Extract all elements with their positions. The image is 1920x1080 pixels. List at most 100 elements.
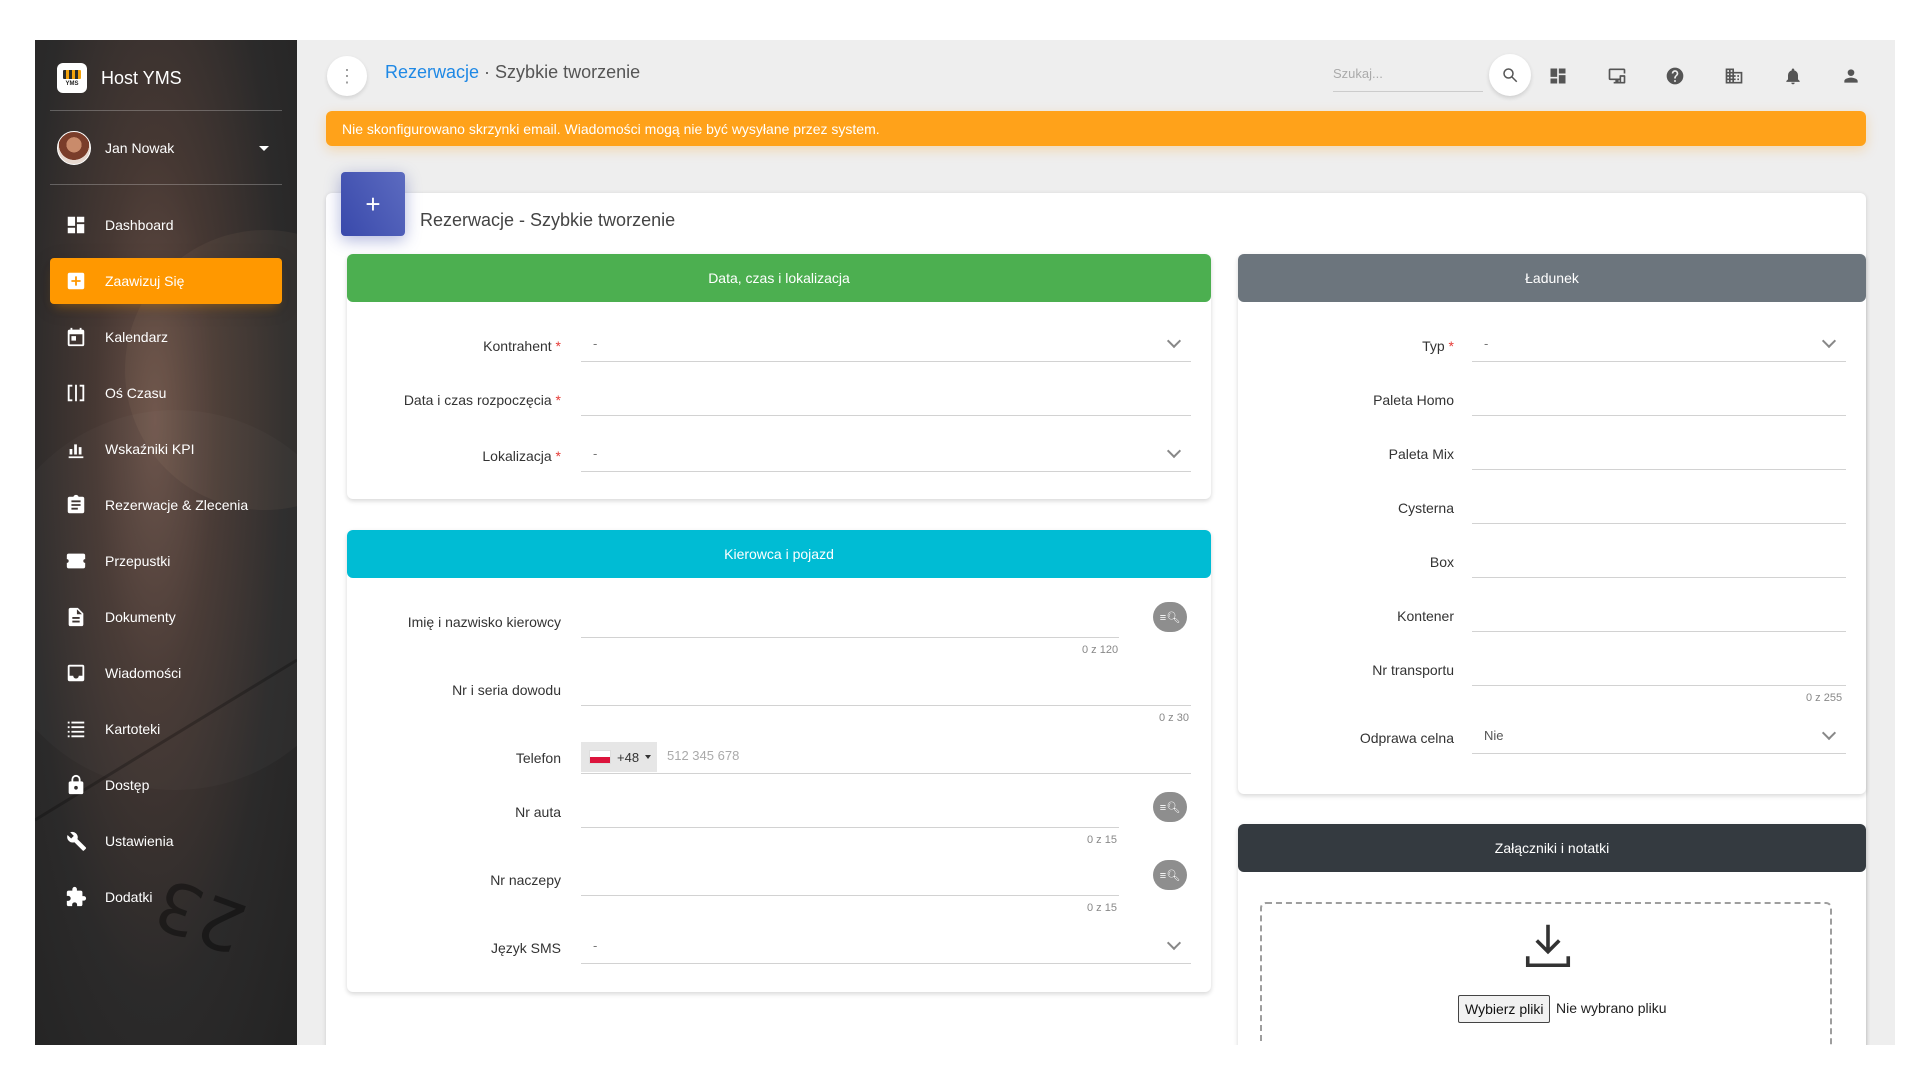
notifications-button[interactable] [1775, 58, 1811, 94]
breadcrumb: Rezerwacje · Szybkie tworzenie [385, 62, 641, 82]
trailer-lookup-button[interactable]: ≡🔍︎ [1153, 860, 1187, 890]
email-config-alert: Nie skonfigurowano skrzynki email. Wiado… [326, 111, 1866, 146]
car-row: Nr auta ≡🔍︎ 0 z 15 [347, 792, 1211, 846]
driver-lookup-button[interactable]: ≡🔍︎ [1153, 602, 1187, 632]
trailer-counter: 0 z 15 [1087, 902, 1117, 914]
contractor-select[interactable]: - [581, 326, 1191, 362]
app-window: 23 YMS Host YMS Jan Nowak Dashboard Zaaw… [35, 40, 1895, 1045]
chart-icon [68, 444, 84, 459]
sidebar-item-ustawienia[interactable]: Ustawienia [50, 818, 282, 864]
box-input[interactable] [1472, 542, 1846, 578]
file-dropzone[interactable] [1260, 902, 1832, 1045]
trailer-number-input[interactable] [581, 860, 1119, 896]
sidebar: 23 YMS Host YMS Jan Nowak Dashboard Zaaw… [35, 40, 297, 1045]
paleta-mix-input[interactable] [1472, 434, 1846, 470]
paleta-homo-row: Paleta Homo [1238, 380, 1866, 420]
breadcrumb-current: Szybkie tworzenie [495, 62, 641, 82]
cysterna-input[interactable] [1472, 488, 1846, 524]
user-name: Jan Nowak [105, 140, 175, 156]
customs-select[interactable]: Nie [1472, 718, 1846, 754]
poland-flag-icon [589, 750, 611, 764]
driver-name-input[interactable] [581, 602, 1119, 638]
car-lookup-button[interactable]: ≡🔍︎ [1153, 792, 1187, 822]
add-box-icon [67, 272, 85, 290]
sidebar-item-dokumenty[interactable]: Dokumenty [50, 594, 282, 640]
panel-header: Załączniki i notatki [1238, 824, 1866, 872]
location-select[interactable]: - [581, 436, 1191, 472]
sidebar-item-label: Zaawizuj Się [105, 273, 185, 289]
divider [50, 110, 282, 111]
page-title: Rezerwacje - Szybkie tworzenie [420, 210, 676, 230]
help-button[interactable] [1657, 58, 1693, 94]
search-list-icon: ≡🔍︎ [1159, 611, 1181, 624]
sidebar-item-label: Wskaźniki KPI [105, 441, 195, 457]
transport-counter: 0 z 255 [1806, 692, 1843, 704]
sms-language-select[interactable]: - [581, 928, 1191, 964]
sidebar-item-kalendarz[interactable]: Kalendarz [50, 314, 282, 360]
caret-down-icon [645, 755, 652, 759]
panel-header: Ładunek [1238, 254, 1866, 302]
sidebar-item-kartoteki[interactable]: Kartoteki [50, 706, 282, 752]
sidebar-item-label: Dodatki [105, 889, 153, 905]
monitor-button[interactable] [1599, 58, 1635, 94]
customs-row: Odprawa celna Nie [1238, 718, 1866, 758]
breadcrumb-link[interactable]: Rezerwacje [385, 62, 479, 82]
dashboard-icon [1550, 68, 1566, 84]
sidebar-item-label: Przepustki [105, 553, 171, 569]
search-field[interactable] [1333, 56, 1483, 92]
document-icon [68, 607, 84, 627]
sidebar-item-wiadomosci[interactable]: Wiadomości [50, 650, 282, 696]
sidebar-item-dashboard[interactable]: Dashboard [50, 202, 282, 248]
search-button[interactable] [1489, 54, 1531, 96]
sidebar-item-label: Ustawienia [105, 833, 174, 849]
alert-text: Nie skonfigurowano skrzynki email. Wiado… [342, 120, 880, 137]
start-datetime-input[interactable] [581, 380, 1191, 416]
sidebar-item-label: Oś Czasu [105, 385, 167, 401]
sidebar-item-label: Dokumenty [105, 609, 176, 625]
phone-input[interactable]: +48 512 345 678 [581, 738, 1191, 774]
building-icon [1725, 68, 1743, 84]
puzzle-icon [66, 886, 87, 907]
car-number-input[interactable] [581, 792, 1119, 828]
sidebar-item-przepustki[interactable]: Przepustki [50, 538, 282, 584]
choose-files-button[interactable]: Wybierz pliki [1458, 995, 1551, 1023]
sidebar-item-os-czasu[interactable]: Oś Czasu [50, 370, 282, 416]
sidebar-item-zaawizuj[interactable]: Zaawizuj Się [50, 258, 282, 304]
sidebar-item-kpi[interactable]: Wskaźniki KPI [50, 426, 282, 472]
driver-name-counter: 0 z 120 [1082, 644, 1119, 656]
sidebar-item-label: Kartoteki [105, 721, 161, 737]
user-menu[interactable]: Jan Nowak [57, 130, 277, 166]
location-row: Lokalizacja * - [347, 436, 1211, 476]
paleta-mix-row: Paleta Mix [1238, 434, 1866, 474]
timeline-icon [67, 384, 85, 402]
caret-down-icon [259, 145, 269, 151]
sidebar-item-label: Wiadomości [105, 665, 182, 681]
building-button[interactable] [1716, 58, 1752, 94]
panel-header: Kierowca i pojazd [347, 530, 1211, 578]
search-input[interactable] [1333, 56, 1483, 91]
profile-button[interactable] [1833, 58, 1869, 94]
panel-header: Data, czas i lokalizacja [347, 254, 1211, 302]
dashboard-button[interactable] [1540, 58, 1576, 94]
sidebar-item-dostep[interactable]: Dostęp [50, 762, 282, 808]
country-code-select[interactable]: +48 [581, 742, 657, 772]
panel-date-location: Data, czas i lokalizacja Kontrahent * - … [347, 254, 1211, 499]
brand[interactable]: YMS Host YMS [57, 62, 182, 94]
sidebar-item-rezerwacje[interactable]: Rezerwacje & Zlecenia [50, 482, 282, 528]
download-icon [1525, 924, 1571, 968]
clipboard-icon [67, 494, 85, 514]
divider [50, 184, 282, 185]
kontener-input[interactable] [1472, 596, 1846, 632]
help-icon [1666, 67, 1684, 85]
sidebar-item-dodatki[interactable]: Dodatki [50, 874, 282, 920]
transport-number-input[interactable] [1472, 650, 1846, 686]
calendar-icon [67, 327, 85, 347]
cysterna-row: Cysterna [1238, 488, 1866, 528]
more-menu-button[interactable]: ⋮ [327, 56, 367, 96]
paleta-homo-input[interactable] [1472, 380, 1846, 416]
chevron-down-icon [1821, 333, 1837, 349]
cargo-type-select[interactable]: - [1472, 326, 1846, 362]
id-doc-input[interactable] [581, 670, 1191, 706]
sms-language-row: Język SMS - [347, 928, 1211, 968]
cargo-type-row: Typ * - [1238, 326, 1866, 366]
